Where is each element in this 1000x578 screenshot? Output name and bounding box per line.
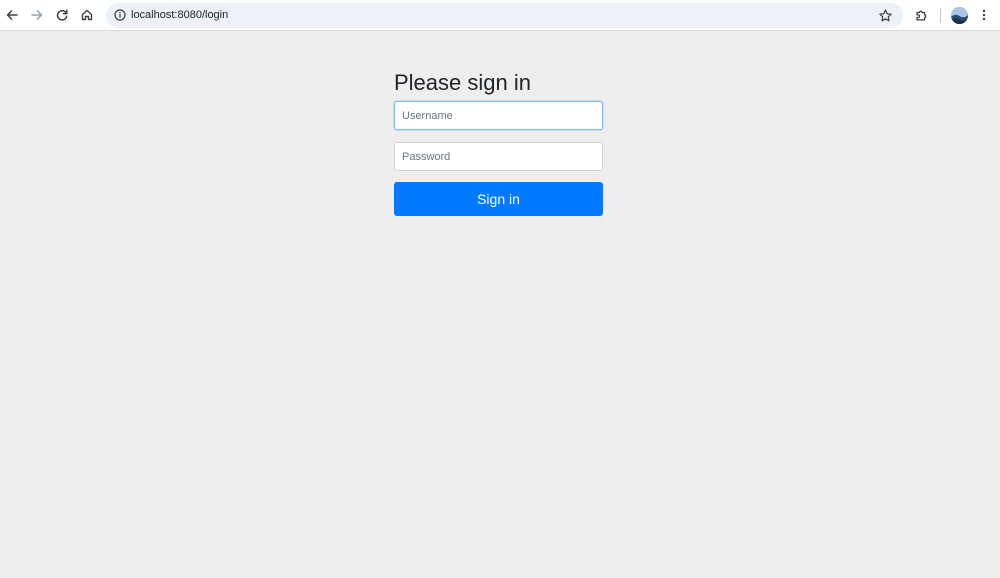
address-bar[interactable]: localhost:8080/login: [106, 3, 903, 28]
password-input[interactable]: [394, 142, 603, 171]
puzzle-piece-icon: [916, 10, 927, 21]
bookmark-star-button[interactable]: [876, 6, 894, 24]
browser-menu-button[interactable]: [974, 5, 994, 25]
browser-toolbar: localhost:8080/login: [0, 0, 1000, 31]
profile-avatar[interactable]: [951, 7, 968, 24]
back-button[interactable]: [2, 5, 22, 25]
sign-in-button[interactable]: Sign in: [394, 182, 603, 216]
info-icon[interactable]: [111, 6, 129, 24]
kebab-menu-icon: [982, 9, 986, 21]
home-button[interactable]: [77, 5, 97, 25]
reload-icon: [56, 9, 68, 21]
login-form: Please sign in Sign in: [394, 70, 603, 216]
star-icon: [878, 9, 892, 21]
reload-button[interactable]: [52, 5, 72, 25]
address-url[interactable]: localhost:8080/login: [131, 8, 228, 22]
arrow-right-icon: [31, 10, 43, 20]
page-title: Please sign in: [394, 70, 531, 95]
username-input[interactable]: [394, 101, 603, 130]
arrow-left-icon: [6, 10, 18, 20]
extensions-button[interactable]: [912, 5, 932, 25]
toolbar-divider: [940, 8, 941, 23]
home-icon: [81, 9, 93, 21]
forward-button[interactable]: [27, 5, 47, 25]
